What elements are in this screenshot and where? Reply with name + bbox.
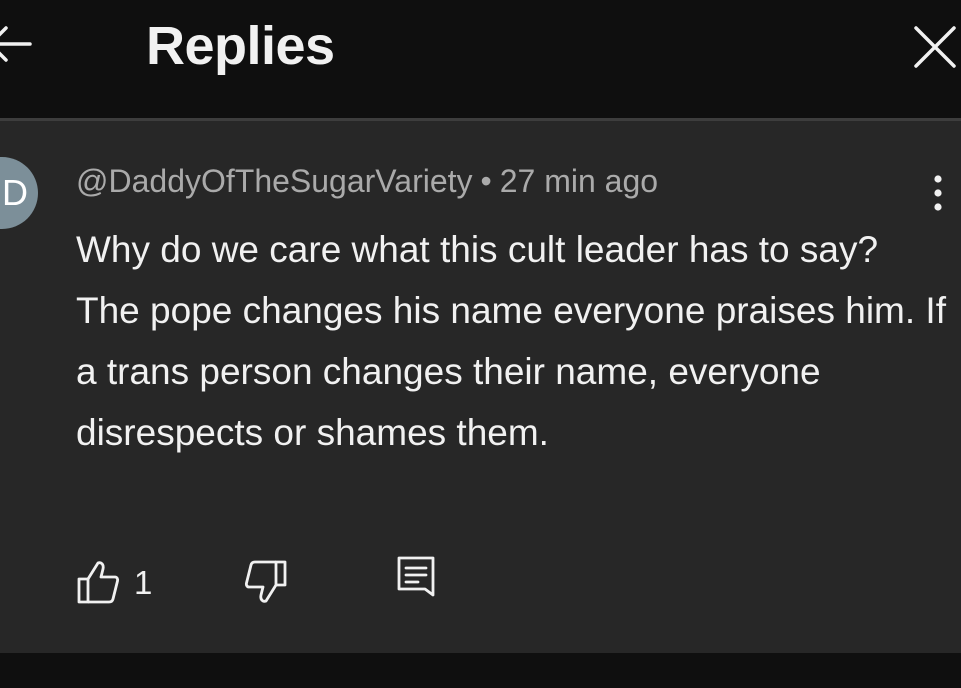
thumbs-down-icon <box>244 560 287 603</box>
more-vertical-icon <box>934 175 942 211</box>
avatar[interactable]: D <box>0 157 38 229</box>
back-button[interactable] <box>0 18 38 70</box>
comment-time: 27 min ago <box>499 163 659 199</box>
comment-author[interactable]: @DaddyOfTheSugarVariety <box>76 163 473 199</box>
more-options-button[interactable] <box>920 173 956 213</box>
like-button[interactable] <box>76 559 120 605</box>
close-button[interactable] <box>912 24 958 70</box>
thumbs-up-icon <box>77 561 120 604</box>
arrow-left-icon <box>0 26 32 62</box>
comment-thread: D @DaddyOfTheSugarVariety • 27 min ago Why… <box>0 121 961 653</box>
page-title: Replies <box>146 16 335 76</box>
replies-header: Replies <box>0 0 961 118</box>
bottom-area <box>0 653 961 688</box>
close-icon <box>914 26 956 68</box>
comment-text: Why do we care what this cult leader has… <box>76 219 946 463</box>
comment-actions: 1 <box>0 551 961 611</box>
meta-separator: • <box>480 163 492 199</box>
reply-comment-icon <box>397 556 435 597</box>
reply-button[interactable] <box>396 555 438 605</box>
comment-meta: @DaddyOfTheSugarVariety • 27 min ago <box>76 161 658 201</box>
like-count: 1 <box>134 564 153 601</box>
comment-text-line: The pope changes his name everyone prais… <box>76 290 946 453</box>
dislike-button[interactable] <box>242 559 288 605</box>
comment-text-line: Why do we care what this cult leader has… <box>76 229 879 270</box>
